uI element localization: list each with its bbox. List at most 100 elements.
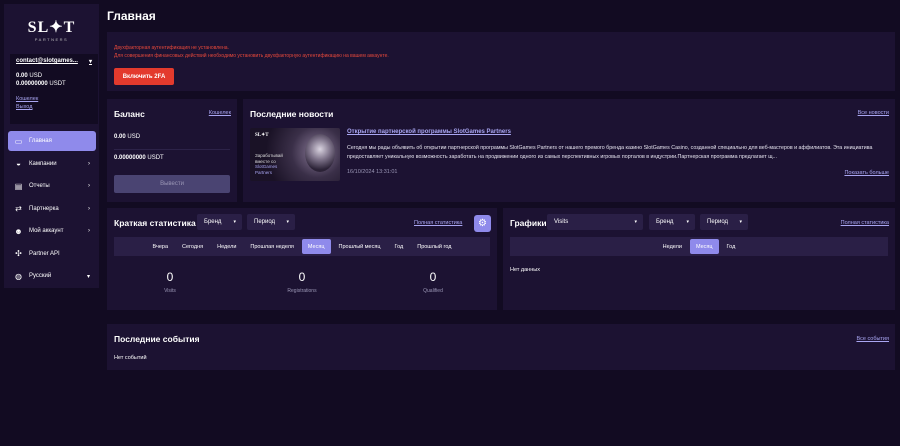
alert-line-2: Для совершения финансовых действий необх… — [114, 53, 389, 59]
dashboard-icon: ◒ — [16, 159, 21, 168]
chevron-right-icon: › — [88, 183, 90, 189]
sidebar-item-home[interactable]: ▭ Главная — [8, 131, 96, 151]
account-email: contact@slotgames... — [16, 58, 78, 64]
logo-brand: SL✦T — [27, 19, 76, 36]
handshake-icon: ⇄ — [15, 204, 22, 213]
sidebar-item-label: Русский — [29, 273, 52, 279]
sidebar-item-campaigns[interactable]: ◒ Кампании › — [8, 154, 96, 174]
show-more-link[interactable]: Показать больше — [844, 170, 889, 176]
sidebar-item-label: Кампании — [29, 160, 57, 167]
account-balance-usdt: 0.00000000 USDT — [16, 81, 66, 87]
events-card: Последние события Все события Нет событи… — [107, 324, 895, 370]
sidebar: SL✦T PARTNERS contact@slotgames... ▾ 0.0… — [4, 4, 99, 288]
withdraw-button[interactable]: Вывести — [114, 175, 230, 193]
news-card: Последние новости Все новости SL✦T Зараб… — [243, 99, 895, 202]
caret-down-icon: ▾ — [86, 273, 90, 280]
chevron-right-icon: › — [88, 160, 90, 167]
sidebar-nav: ▭ Главная ◒ Кампании › ▤ Отчеты › ⇄ Парт… — [8, 131, 96, 289]
tab-week[interactable]: Недели — [211, 239, 242, 254]
graphs-card: Графики Visits ▾ Бренд ▾ Период ▾ Полная ст… — [503, 208, 895, 310]
logo[interactable]: SL✦T PARTNERS — [4, 19, 99, 43]
tab-year[interactable]: Год — [388, 239, 409, 254]
tab-last-month[interactable]: Прошлый месяц — [333, 239, 387, 254]
tab-yesterday[interactable]: Вчера — [146, 239, 174, 254]
caret-down-icon: ▾ — [88, 59, 92, 65]
logo-sub: PARTNERS — [34, 37, 69, 42]
balance-usdt: 0.00000000 USDT — [114, 155, 164, 161]
news-title: Последние новости — [250, 109, 334, 119]
enable-2fa-button[interactable]: Включить 2FA — [114, 68, 174, 85]
events-title: Последние события — [114, 334, 200, 344]
caret-down-icon: ▾ — [634, 219, 637, 225]
stats-period-tabs: Вчера Сегодня Недели Прошлая неделя Меся… — [114, 237, 490, 256]
divider — [114, 149, 230, 150]
caret-down-icon: ▾ — [286, 219, 289, 225]
sidebar-item-label: Главная — [29, 138, 52, 144]
balance-usd: 0.00 USD — [114, 134, 141, 140]
brand-dropdown[interactable]: Бренд ▾ — [197, 214, 242, 230]
caret-down-icon: ▾ — [739, 219, 742, 225]
sidebar-item-reports[interactable]: ▤ Отчеты › — [8, 176, 96, 196]
tab-week[interactable]: Недели — [657, 239, 688, 254]
reports-icon: ▤ — [14, 181, 23, 191]
tab-last-year[interactable]: Прошлый год — [411, 239, 457, 254]
no-data-text: Нет данных — [510, 267, 540, 273]
logout-link[interactable]: Выход — [16, 103, 92, 111]
chevron-right-icon: › — [88, 228, 90, 234]
news-headline[interactable]: Открытие партнерской программы SlotGames… — [347, 129, 511, 135]
period-dropdown[interactable]: Период ▾ — [247, 214, 295, 230]
graphs-period-tabs: Недели Месяц Год — [510, 237, 888, 256]
graphs-full-stats-link[interactable]: Полная статистика — [841, 220, 889, 226]
full-stats-link[interactable]: Полная статистика — [414, 220, 462, 226]
metric-qualified: 0 Qualified — [423, 270, 443, 294]
tab-today[interactable]: Сегодня — [176, 239, 209, 254]
caret-down-icon: ▾ — [233, 219, 236, 225]
metric-dropdown[interactable]: Visits ▾ — [547, 214, 643, 230]
news-date: 16/10/2024 13:31:01 — [347, 169, 398, 175]
balance-wallet-link[interactable]: Кошелек — [209, 110, 231, 116]
all-news-link[interactable]: Все новости — [858, 110, 889, 116]
graphs-brand-dropdown[interactable]: Бренд ▾ — [649, 214, 695, 230]
sidebar-item-label: Мой аккаунт — [29, 228, 64, 234]
no-events-text: Нет событий — [114, 355, 147, 361]
balance-card: Баланс Кошелек 0.00 USD 0.00000000 USDT … — [107, 99, 237, 202]
sidebar-item-label: Отчеты — [29, 183, 50, 189]
sidebar-item-affiliate[interactable]: ⇄ Партнерка › — [8, 199, 96, 219]
alert-line-1: Двухфакторная аутентификация не установл… — [114, 45, 229, 51]
home-icon: ▭ — [14, 136, 23, 146]
sidebar-item-api[interactable]: ✣ Partner API — [8, 244, 96, 264]
globe-icon: ◍ — [15, 271, 22, 281]
news-image-logo: SL✦T — [255, 133, 269, 138]
page-title: Главная — [107, 9, 156, 23]
gear-icon[interactable]: ⚙ — [474, 215, 491, 232]
tab-month[interactable]: Месяц — [301, 239, 331, 254]
stats-title: Краткая статистика — [114, 218, 196, 228]
tab-year[interactable]: Год — [721, 239, 742, 254]
twofa-alert: Двухфакторная аутентификация не установл… — [107, 32, 895, 91]
account-box: contact@slotgames... ▾ 0.00 USD 0.000000… — [10, 54, 98, 124]
news-body: Сегодня мы рады объявить об открытии пар… — [347, 145, 873, 160]
sidebar-item-label: Partner API — [29, 250, 60, 257]
tab-month[interactable]: Месяц — [689, 239, 719, 254]
account-balance-usd: 0.00 USD — [16, 73, 43, 79]
metric-registrations: 0 Registrations — [287, 270, 317, 294]
news-image-text: Заработывай вместе со SlotGames Partners — [255, 153, 283, 175]
graphs-period-dropdown[interactable]: Период ▾ — [700, 214, 748, 230]
graphs-title: Графики — [510, 218, 547, 228]
quick-stats-card: Краткая статистика Бренд ▾ Период ▾ Полная… — [107, 208, 497, 310]
api-icon: ✣ — [15, 249, 22, 258]
tab-last-week[interactable]: Прошлая неделя — [244, 239, 300, 254]
news-image[interactable]: SL✦T Заработывай вместе со SlotGames Par… — [250, 128, 340, 181]
balance-title: Баланс — [114, 109, 145, 119]
all-events-link[interactable]: Все события — [856, 336, 889, 342]
user-icon: ☻ — [14, 226, 23, 236]
account-wallet-link[interactable]: Кошелек — [16, 95, 92, 103]
chevron-right-icon: › — [88, 205, 90, 212]
caret-down-icon: ▾ — [686, 219, 689, 225]
metric-visits: 0 Visits — [164, 270, 176, 294]
sidebar-item-label: Партнерка — [29, 205, 59, 212]
sidebar-item-account[interactable]: ☻ Мой аккаунт › — [8, 221, 96, 241]
astronaut-image — [305, 134, 335, 172]
language-select[interactable]: ◍ Русский ▾ — [8, 266, 96, 286]
account-email-dropdown[interactable]: contact@slotgames... ▾ — [16, 58, 92, 65]
